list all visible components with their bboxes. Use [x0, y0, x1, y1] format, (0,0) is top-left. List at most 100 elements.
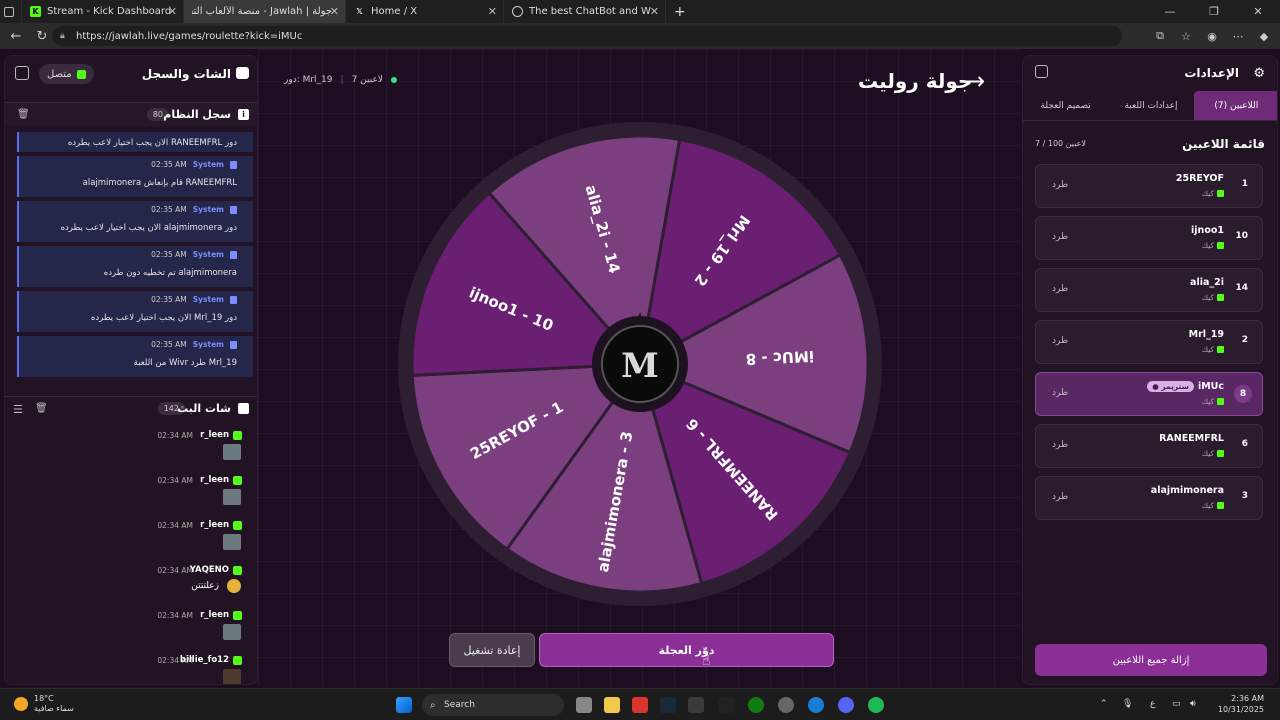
clock[interactable]: 2:36 AM 10/31/2025: [1218, 693, 1264, 715]
spin-wheel-button[interactable]: دوّر العجلة: [539, 633, 834, 667]
favorites-icon[interactable]: ☆: [1178, 26, 1194, 46]
reload-icon[interactable]: ↻: [32, 26, 52, 46]
chevron-up-icon[interactable]: ⌃: [1100, 699, 1108, 709]
close-icon[interactable]: ✕: [650, 5, 659, 18]
url-field[interactable]: 🔒︎ https://jawlah.live/games/roulette?ki…: [52, 26, 1122, 46]
collapse-panel-icon[interactable]: [1035, 65, 1048, 78]
browser-tab-chatbot[interactable]: The best ChatBot and Widgets fo... ✕: [504, 0, 666, 23]
connection-status-badge: متصل: [39, 64, 94, 84]
live-chat-header: ☰ 🗑︎ 142 شات البث: [5, 396, 257, 420]
close-icon[interactable]: ✕: [330, 5, 339, 18]
log-entry: 02:35 AM System RANEEMFRL قام بإنعاش alaj…: [17, 156, 253, 197]
kick-player-button[interactable]: طرد: [1052, 336, 1068, 346]
filter-icon[interactable]: ☰: [13, 403, 23, 416]
log-sender: System: [192, 295, 224, 304]
browser-tab-kick[interactable]: K Stream - Kick Dashboard ✕: [22, 0, 184, 23]
emote-image: [223, 534, 241, 550]
remove-all-players-button[interactable]: إزالة جميع اللاعبين: [1035, 644, 1267, 676]
volume-icon[interactable]: 🔊︎: [1190, 699, 1196, 709]
kick-player-button[interactable]: طرد: [1052, 492, 1068, 502]
app-icon[interactable]: [688, 697, 704, 713]
start-icon[interactable]: [396, 697, 412, 713]
wheel-svg: Mrl_19 - 2iMUc - 8RANEEMFRL - 6alajmimon…: [398, 122, 882, 606]
microphone-icon[interactable]: 🎙︎: [1122, 699, 1133, 709]
file-explorer-icon[interactable]: [604, 697, 620, 713]
more-icon[interactable]: ⋯: [1230, 26, 1246, 46]
task-view-icon[interactable]: [576, 697, 592, 713]
players-list-count: 7 / 100 لاعبين: [1035, 139, 1086, 148]
kick-player-button[interactable]: طرد: [1052, 388, 1068, 398]
log-message: RANEEMFRL قام بإنعاش alajmimonera: [82, 178, 237, 188]
chat-message: 02:34 AM r_leen: [5, 518, 257, 563]
copilot-icon[interactable]: ◆: [1256, 26, 1272, 46]
weather-widget[interactable]: 18°C سماء صافية: [14, 694, 74, 714]
language-indicator[interactable]: ع: [1150, 699, 1155, 709]
edge-icon[interactable]: [808, 697, 824, 713]
chat-username[interactable]: r_leen: [200, 520, 229, 530]
kick-player-button[interactable]: طرد: [1052, 232, 1068, 242]
xbox-icon[interactable]: [748, 697, 764, 713]
weather-desc: سماء صافية: [34, 704, 74, 713]
close-icon[interactable]: ✕: [168, 5, 177, 18]
log-sender: System: [192, 205, 224, 214]
taskbar-search[interactable]: ⌕ Search: [422, 694, 564, 716]
browser-tab-x[interactable]: 𝕏 Home / X ✕: [346, 0, 504, 23]
network-icon[interactable]: ▭: [1172, 699, 1181, 709]
wheel-segment-label: iMUc - 8: [745, 347, 814, 368]
kick-icon: [1217, 346, 1224, 353]
platform-label: كيك: [1201, 501, 1214, 510]
kick-icon: [1217, 502, 1224, 509]
log-message: دور RANEEMFRL الان يجب اختيار لاعب يطرده: [67, 138, 237, 148]
game-status: دور: Mrl_19 | 7 لاعبين: [284, 75, 397, 85]
app-icon[interactable]: [778, 697, 794, 713]
chat-username[interactable]: YAQENO: [190, 565, 229, 575]
new-tab-button[interactable]: +: [666, 0, 694, 23]
minimize-icon[interactable]: —: [1148, 0, 1192, 23]
player-name: Mrl_19: [1188, 329, 1224, 340]
tab-players[interactable]: اللاعبين (7): [1193, 91, 1277, 120]
chat-message: 02:34 AM billie_fo12: [5, 653, 257, 684]
extensions-icon[interactable]: ⧉: [1152, 26, 1168, 46]
collapse-panel-icon[interactable]: [15, 66, 29, 80]
tab-wheel-design[interactable]: تصميم العجلة: [1023, 91, 1108, 120]
kick-player-button[interactable]: طرد: [1052, 284, 1068, 294]
app-icon[interactable]: [632, 697, 648, 713]
log-time: 02:35 AM: [151, 205, 187, 214]
tab-actions-icon[interactable]: [0, 0, 22, 23]
player-platform: كيك: [1202, 241, 1224, 250]
chat-bubble-icon: [238, 403, 249, 414]
spotify-icon[interactable]: [868, 697, 884, 713]
players-count-status: 7 لاعبين: [351, 75, 383, 85]
trash-icon[interactable]: 🗑︎: [35, 403, 48, 414]
back-arrow-icon[interactable]: ←: [6, 26, 26, 46]
shield-icon: [230, 160, 237, 169]
log-time: 02:35 AM: [151, 250, 187, 259]
back-arrow-icon[interactable]: →: [965, 67, 985, 95]
log-message: دور Mrl_19 الان يجب اختيار لاعب يطرده: [90, 313, 237, 323]
epic-games-icon[interactable]: [718, 697, 734, 713]
close-icon[interactable]: ✕: [488, 5, 497, 18]
reset-button[interactable]: إعادة تشغيل: [449, 633, 535, 667]
maximize-icon[interactable]: ❐: [1192, 0, 1236, 23]
player-number: 3: [1241, 491, 1248, 501]
kick-player-button[interactable]: طرد: [1052, 440, 1068, 450]
live-chat-title: شات البث: [177, 402, 231, 415]
tab-game-settings[interactable]: إعدادات اللعبة: [1108, 91, 1193, 120]
kick-icon: [1217, 294, 1224, 301]
discord-icon[interactable]: [838, 697, 854, 713]
player-platform: كيك: [1202, 501, 1224, 510]
chat-username[interactable]: r_leen: [200, 430, 229, 440]
trash-icon[interactable]: 🗑︎: [17, 109, 30, 120]
profile-avatar-icon[interactable]: ◉: [1204, 26, 1220, 46]
player-name: alia_2i: [1190, 277, 1224, 288]
close-window-icon[interactable]: ✕: [1236, 0, 1280, 23]
chat-message: 02:34 AM YAQENO زعلتتتن: [5, 563, 257, 608]
steam-icon[interactable]: [660, 697, 676, 713]
chat-username[interactable]: r_leen: [200, 475, 229, 485]
app-page: متصل الشات والسجل 🗑︎ 80 سجل النظام i دور…: [0, 49, 1280, 687]
chat-username[interactable]: billie_fo12: [180, 655, 229, 665]
browser-tab-jawlah[interactable]: جولة | Jawlah - منصة الألعاب التفا... ✕: [184, 0, 346, 23]
chat-username[interactable]: r_leen: [200, 610, 229, 620]
kick-player-button[interactable]: طرد: [1052, 180, 1068, 190]
roulette-wheel[interactable]: Mrl_19 - 2 iMUc - 8 RANEEMFRL - 6 alajmimon…: [398, 122, 882, 610]
